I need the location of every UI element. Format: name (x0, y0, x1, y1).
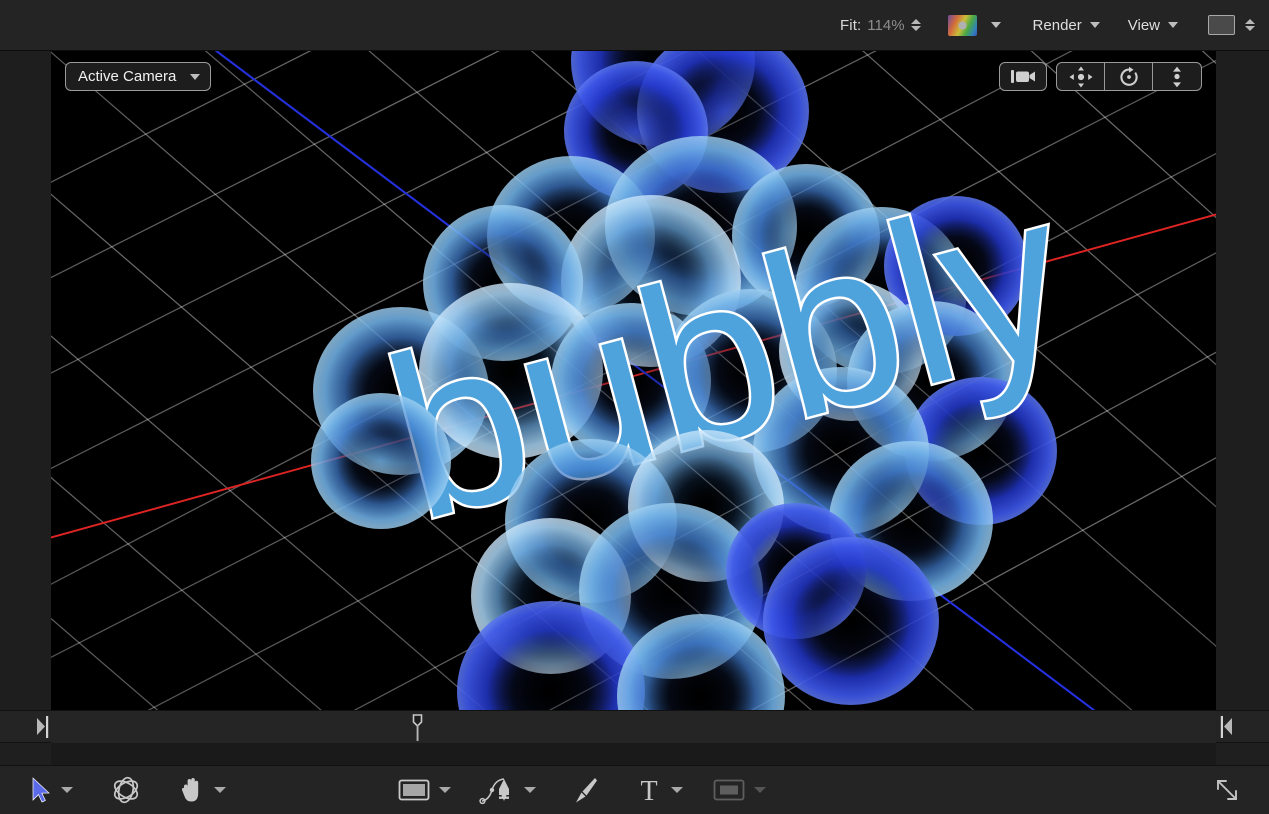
select-tool-chevron-down-icon[interactable] (61, 787, 73, 793)
chevron-down-icon (1168, 22, 1178, 28)
chevron-down-icon (190, 73, 201, 80)
render-menu-button[interactable]: Render (1033, 17, 1100, 34)
camera-mode-segments[interactable] (1056, 62, 1202, 91)
transform-3d-tool[interactable] (111, 775, 141, 805)
text-tool-chevron-down-icon[interactable] (671, 787, 683, 793)
bottom-toolbar: T (0, 765, 1269, 814)
camera-tool-cluster[interactable] (999, 62, 1202, 91)
view-menu-label: View (1127, 16, 1160, 34)
paint-brush-icon (576, 778, 597, 803)
text-tool[interactable]: T (636, 776, 683, 804)
resize-canvas-handle[interactable] (1213, 776, 1241, 804)
camera-button[interactable] (999, 62, 1047, 91)
single-view-layout-icon[interactable] (1208, 15, 1235, 35)
fit-label: Fit: (840, 16, 862, 34)
layout-stepper-icon[interactable] (1244, 15, 1255, 35)
diagonal-resize-arrow-icon (1217, 780, 1237, 800)
dolly-camera-tool[interactable] (1153, 63, 1201, 90)
timeline-scrubber[interactable] (0, 710, 1269, 743)
fit-zoom-control[interactable]: Fit: 114% (840, 12, 922, 38)
bezier-pen-tool[interactable] (479, 775, 536, 805)
text-t-icon: T (640, 776, 657, 804)
bubble-particles-and-text: bubbly (311, 51, 1095, 710)
scrubber-lower-fill (51, 743, 1216, 765)
four-way-move-icon (1069, 66, 1092, 87)
bezier-pen-icon (479, 778, 509, 805)
arrow-cursor-icon (32, 777, 50, 803)
pan-view-tool-chevron-down-icon[interactable] (214, 787, 226, 793)
scrubber-lower-strip (0, 743, 1269, 765)
rectangle-shape-icon (398, 779, 430, 801)
shape-tool[interactable] (398, 778, 451, 802)
canvas-area[interactable]: bubbly Active Camera (0, 51, 1269, 710)
orbit-3d-icon (113, 776, 139, 804)
3d-render-viewport[interactable]: bubbly Active Camera (51, 51, 1216, 710)
chevron-down-icon (1089, 22, 1100, 28)
hand-icon (181, 778, 199, 802)
orbit-camera-tool[interactable] (1105, 63, 1153, 90)
render-menu-label: Render (1032, 16, 1082, 34)
scrubber-track[interactable] (51, 711, 1216, 743)
color-wheel-swatch-icon[interactable] (947, 14, 977, 36)
color-swatch-chevron-down-icon[interactable] (987, 18, 1005, 32)
out-point-marker-icon[interactable] (1219, 716, 1232, 738)
bezier-pen-tool-chevron-down-icon[interactable] (524, 787, 536, 793)
circular-rotate-icon (1119, 66, 1138, 86)
active-camera-label: Active Camera (78, 68, 177, 85)
video-camera-icon (1011, 70, 1035, 83)
up-down-arrows-icon (1173, 66, 1181, 87)
top-toolbar: Fit: 114% Render View (0, 0, 1269, 51)
in-point-marker-icon[interactable] (37, 716, 50, 738)
pan-camera-tool[interactable] (1057, 63, 1105, 90)
mask-tool-chevron-down-icon[interactable] (754, 787, 766, 793)
fit-stepper-icon[interactable] (911, 15, 922, 35)
mask-tool[interactable] (713, 778, 766, 802)
active-camera-popup[interactable]: Active Camera (65, 62, 212, 91)
view-menu-button[interactable]: View (1128, 17, 1178, 34)
shape-tool-chevron-down-icon[interactable] (439, 787, 451, 793)
select-tool[interactable] (30, 777, 73, 803)
pan-view-tool[interactable] (179, 776, 226, 804)
paint-stroke-tool[interactable] (570, 776, 598, 804)
fit-value[interactable]: 114% (867, 17, 904, 34)
mask-rectangle-icon (713, 779, 745, 801)
playhead-marker-icon[interactable] (411, 714, 424, 741)
svg-text:T: T (640, 776, 657, 804)
